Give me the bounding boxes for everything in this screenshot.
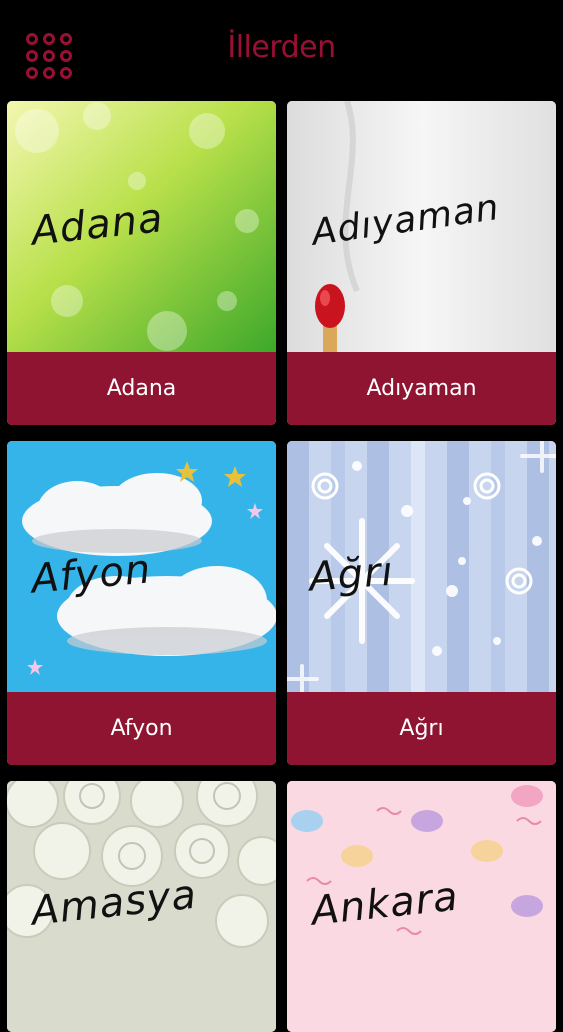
city-card-afyon[interactable]: Afyon Afyon: [7, 441, 276, 765]
city-image-ankara: Ankara: [287, 781, 556, 1032]
city-card-agri[interactable]: Ağrı Ağrı: [287, 441, 556, 765]
city-image-agri: Ağrı: [287, 441, 556, 692]
city-label: Adana: [7, 352, 276, 425]
city-label: Afyon: [7, 692, 276, 765]
city-image-adana: Adana: [7, 101, 276, 352]
city-card-adana[interactable]: Adana Adana: [7, 101, 276, 425]
city-label: Adıyaman: [287, 352, 556, 425]
city-card-amasya[interactable]: Amasya: [7, 781, 276, 1032]
city-label: Ağrı: [287, 692, 556, 765]
city-image-adiyaman: Adıyaman: [287, 101, 556, 352]
page-title: İllerden: [227, 30, 336, 65]
top-bar: İllerden: [0, 0, 563, 100]
city-image-afyon: Afyon: [7, 441, 276, 692]
city-card-adiyaman[interactable]: Adıyaman Adıyaman: [287, 101, 556, 425]
city-card-ankara[interactable]: Ankara: [287, 781, 556, 1032]
city-image-amasya: Amasya: [7, 781, 276, 1032]
